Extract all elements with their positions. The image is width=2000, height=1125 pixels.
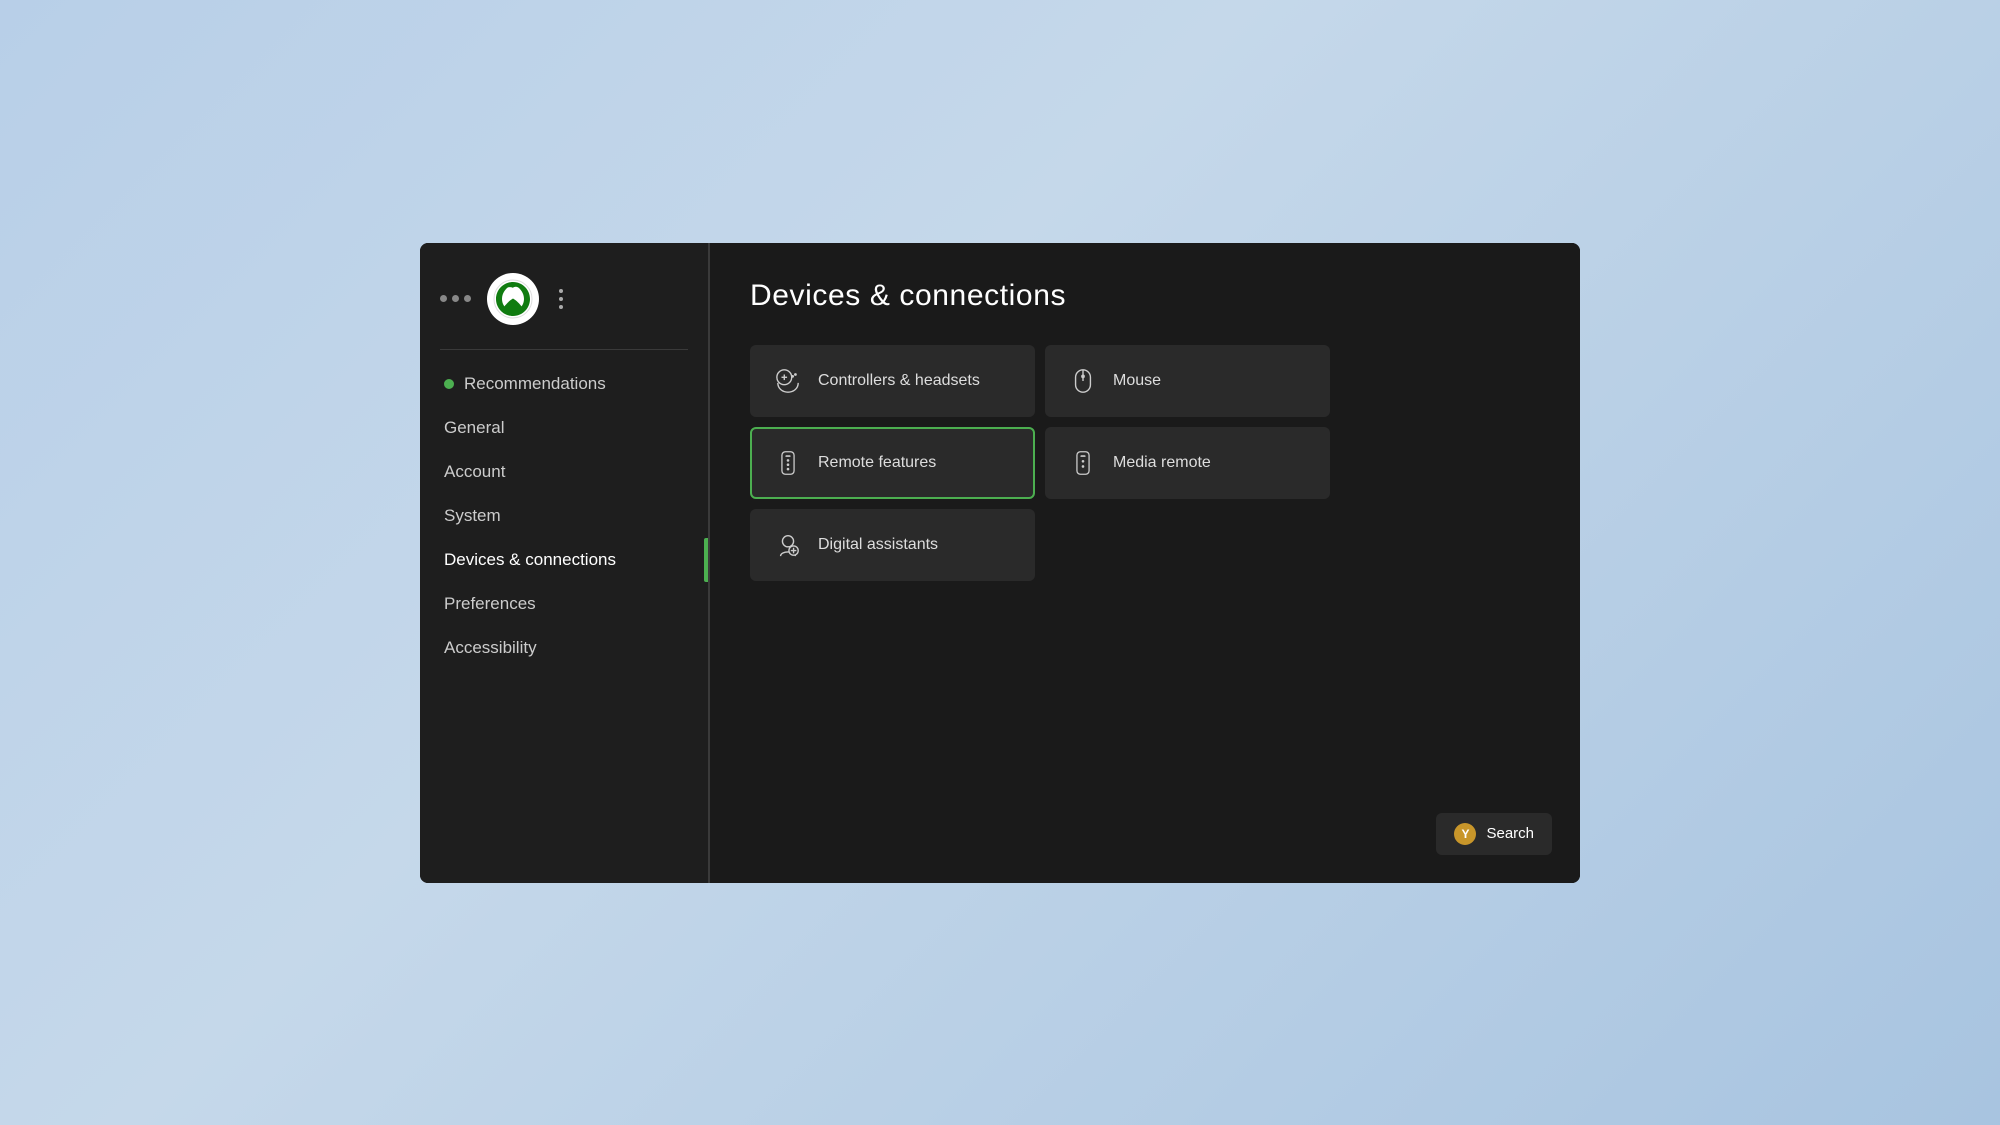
sidebar-item-label: Recommendations xyxy=(464,374,606,394)
grid-item-label: Mouse xyxy=(1113,372,1161,390)
sidebar-item-label: General xyxy=(444,418,504,438)
controller-icon xyxy=(774,367,802,395)
devices-grid: Controllers & headsets Mouse xyxy=(750,345,1330,581)
sidebar: Recommendations General Account System D… xyxy=(420,243,710,883)
sidebar-item-label: System xyxy=(444,506,501,526)
main-content: Devices & connections Controllers & head… xyxy=(710,243,1580,883)
recommendations-dot xyxy=(444,379,454,389)
dot-3 xyxy=(464,295,471,302)
grid-item-controllers-headsets[interactable]: Controllers & headsets xyxy=(750,345,1035,417)
menu-dots[interactable] xyxy=(559,289,563,309)
sidebar-header xyxy=(420,263,708,345)
sidebar-item-preferences[interactable]: Preferences xyxy=(420,582,708,626)
sidebar-nav: Recommendations General Account System D… xyxy=(420,362,708,670)
grid-item-label: Remote features xyxy=(818,454,936,472)
grid-item-mouse[interactable]: Mouse xyxy=(1045,345,1330,417)
grid-item-label: Controllers & headsets xyxy=(818,372,980,390)
sidebar-item-accessibility[interactable]: Accessibility xyxy=(420,626,708,670)
assistant-icon xyxy=(774,531,802,559)
sidebar-item-devices-connections[interactable]: Devices & connections xyxy=(420,538,708,582)
search-label: Search xyxy=(1486,825,1534,842)
dot-2 xyxy=(452,295,459,302)
grid-item-label: Digital assistants xyxy=(818,536,938,554)
dot-1 xyxy=(440,295,447,302)
sidebar-item-general[interactable]: General xyxy=(420,406,708,450)
sidebar-item-label: Account xyxy=(444,462,505,482)
sidebar-item-label: Devices & connections xyxy=(444,550,616,570)
grid-item-label: Media remote xyxy=(1113,454,1211,472)
grid-item-remote-features[interactable]: Remote features xyxy=(750,427,1035,499)
grid-item-digital-assistants[interactable]: Digital assistants xyxy=(750,509,1035,581)
media-remote-icon xyxy=(1069,449,1097,477)
settings-window: Recommendations General Account System D… xyxy=(420,243,1580,883)
sidebar-item-account[interactable]: Account xyxy=(420,450,708,494)
sidebar-item-recommendations[interactable]: Recommendations xyxy=(420,362,708,406)
mouse-icon xyxy=(1069,367,1097,395)
page-title: Devices & connections xyxy=(750,279,1540,313)
xbox-logo xyxy=(487,273,539,325)
sidebar-item-label: Accessibility xyxy=(444,638,537,658)
sidebar-divider xyxy=(440,349,688,350)
remote-icon xyxy=(774,449,802,477)
dots-indicator xyxy=(440,295,471,302)
sidebar-item-label: Preferences xyxy=(444,594,536,614)
sidebar-item-system[interactable]: System xyxy=(420,494,708,538)
search-button[interactable]: Y Search xyxy=(1436,813,1552,855)
grid-item-media-remote[interactable]: Media remote xyxy=(1045,427,1330,499)
y-button-icon: Y xyxy=(1454,823,1476,845)
